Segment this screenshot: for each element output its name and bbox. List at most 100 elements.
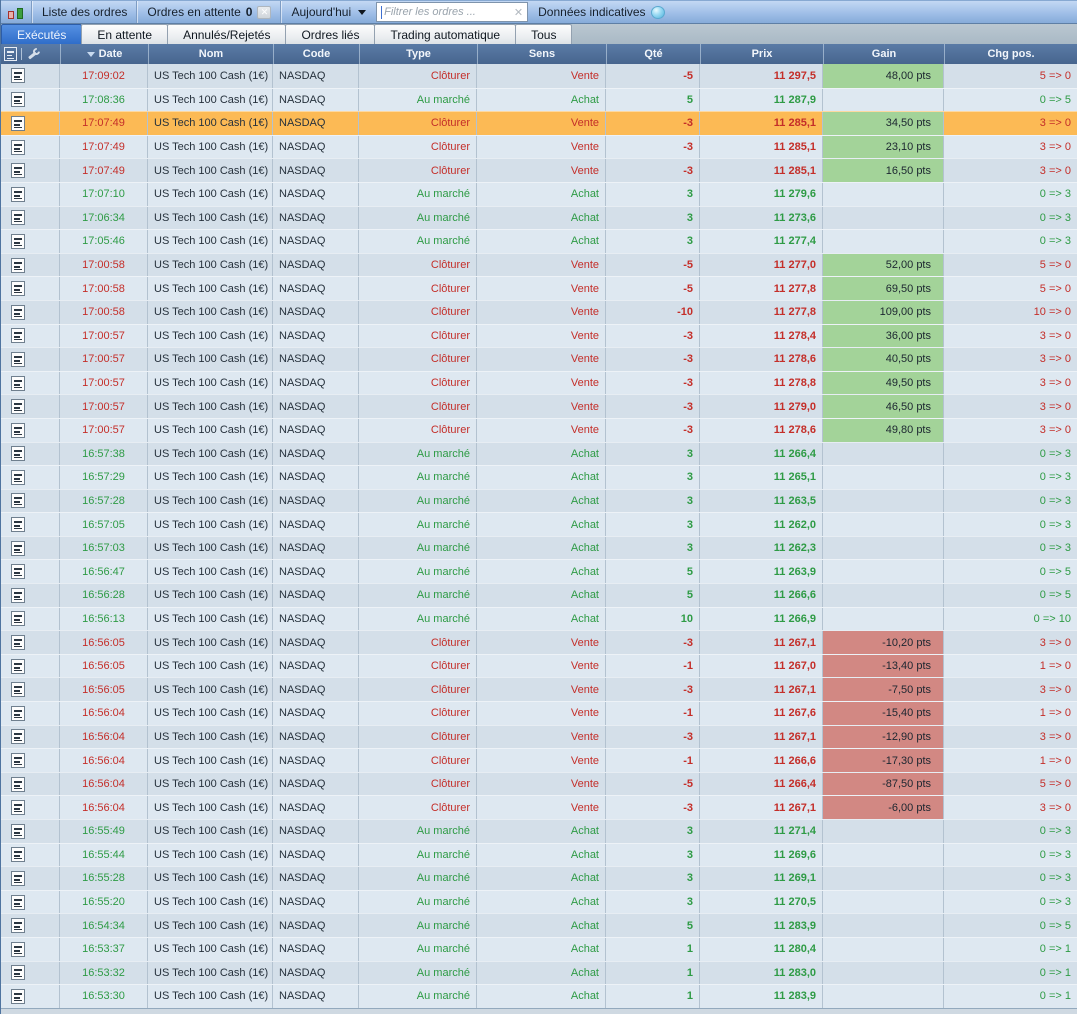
column-header-prix[interactable]: Prix [700,44,823,64]
order-row[interactable]: 17:00:57 US Tech 100 Cash (1€) NASDAQ Clôtu… [1,417,1077,442]
column-header-date[interactable]: Date [60,44,148,64]
tab-ex-cut-s[interactable]: Exécutés [1,24,83,44]
column-header-sens[interactable]: Sens [477,44,606,64]
order-document-icon[interactable] [11,705,25,721]
order-row[interactable]: 16:56:04 US Tech 100 Cash (1€) NASDAQ Clôtu… [1,724,1077,749]
order-document-icon[interactable] [11,493,25,509]
order-document-icon[interactable] [11,587,25,603]
filter-orders-input[interactable]: Filtrer les ordres ... ✕ [376,2,529,22]
orders-list-button[interactable]: Liste des ordres [33,1,136,23]
order-row[interactable]: 16:56:05 US Tech 100 Cash (1€) NASDAQ Clôtu… [1,630,1077,654]
order-row[interactable]: 16:56:04 US Tech 100 Cash (1€) NASDAQ Clôtu… [1,795,1077,819]
order-document-icon[interactable] [11,163,25,179]
column-header-qte[interactable]: Qté [606,44,700,64]
order-document-icon[interactable] [11,564,25,580]
app-button[interactable] [1,1,31,23]
column-header-nom[interactable]: Nom [148,44,273,64]
order-row[interactable]: 16:56:04 US Tech 100 Cash (1€) NASDAQ Clôtu… [1,748,1077,772]
order-row[interactable]: 17:07:49 US Tech 100 Cash (1€) NASDAQ Clôtu… [1,134,1077,159]
order-row[interactable]: 16:57:38 US Tech 100 Cash (1€) NASDAQ Au ma… [1,441,1077,466]
order-document-icon[interactable] [11,823,25,839]
order-document-icon[interactable] [11,517,25,533]
order-row[interactable]: 16:57:29 US Tech 100 Cash (1€) NASDAQ Au ma… [1,465,1077,489]
order-document-icon[interactable] [11,233,25,249]
order-row[interactable]: 16:56:05 US Tech 100 Cash (1€) NASDAQ Clôtu… [1,677,1077,702]
tab-annul-s-rejet-s[interactable]: Annulés/Rejetés [167,24,287,44]
order-row[interactable]: 16:53:32 US Tech 100 Cash (1€) NASDAQ Au ma… [1,960,1077,985]
order-row[interactable]: 16:57:05 US Tech 100 Cash (1€) NASDAQ Au ma… [1,512,1077,536]
tab-en-attente[interactable]: En attente [81,24,169,44]
order-document-icon[interactable] [11,800,25,816]
order-row[interactable]: 17:07:49 US Tech 100 Cash (1€) NASDAQ Clôtu… [1,158,1077,182]
period-dropdown[interactable]: Aujourd'hui [282,1,375,23]
order-document-icon[interactable] [11,92,25,108]
order-document-icon[interactable] [11,941,25,957]
wrench-settings-icon[interactable] [26,46,42,61]
order-document-icon[interactable] [11,469,25,485]
order-document-icon[interactable] [11,422,25,438]
tab-ordres-li-s[interactable]: Ordres liés [285,24,376,44]
order-document-icon[interactable] [11,847,25,863]
order-row[interactable]: 16:56:47 US Tech 100 Cash (1€) NASDAQ Au ma… [1,559,1077,584]
order-document-icon[interactable] [11,918,25,934]
order-document-icon[interactable] [11,139,25,155]
column-header-gain[interactable]: Gain [823,44,944,64]
order-row[interactable]: 16:56:04 US Tech 100 Cash (1€) NASDAQ Clôtu… [1,771,1077,796]
order-document-icon[interactable] [11,965,25,981]
order-row[interactable]: 17:07:10 US Tech 100 Cash (1€) NASDAQ Au ma… [1,181,1077,206]
order-document-icon[interactable] [11,375,25,391]
order-document-icon[interactable] [11,68,25,84]
order-row[interactable]: 17:08:36 US Tech 100 Cash (1€) NASDAQ Au ma… [1,87,1077,112]
tab-trading-automatique[interactable]: Trading automatique [374,24,517,44]
order-row[interactable]: 17:06:34 US Tech 100 Cash (1€) NASDAQ Au ma… [1,205,1077,230]
order-row[interactable]: 16:55:49 US Tech 100 Cash (1€) NASDAQ Au ma… [1,819,1077,843]
order-document-icon[interactable] [11,658,25,674]
order-document-icon[interactable] [11,635,25,651]
column-header-chgpos[interactable]: Chg pos. [944,44,1077,64]
order-row[interactable]: 16:54:34 US Tech 100 Cash (1€) NASDAQ Au ma… [1,913,1077,937]
order-row[interactable]: 16:57:03 US Tech 100 Cash (1€) NASDAQ Au ma… [1,535,1077,560]
order-row[interactable]: 16:57:28 US Tech 100 Cash (1€) NASDAQ Au ma… [1,488,1077,513]
order-row[interactable]: 17:00:57 US Tech 100 Cash (1€) NASDAQ Clôtu… [1,370,1077,395]
order-document-icon[interactable] [11,281,25,297]
order-document-icon[interactable] [11,115,25,131]
order-row[interactable]: 16:56:28 US Tech 100 Cash (1€) NASDAQ Au ma… [1,583,1077,607]
globe-bubble-icon[interactable] [650,5,665,19]
order-document-icon[interactable] [11,186,25,202]
order-document-icon[interactable] [11,446,25,462]
order-document-icon[interactable] [11,304,25,320]
order-document-icon[interactable] [11,729,25,745]
order-row[interactable]: 16:55:44 US Tech 100 Cash (1€) NASDAQ Au ma… [1,842,1077,867]
document-icon[interactable] [4,47,17,61]
order-document-icon[interactable] [11,776,25,792]
order-document-icon[interactable] [11,540,25,556]
order-row[interactable]: 17:00:57 US Tech 100 Cash (1€) NASDAQ Clôtu… [1,394,1077,418]
order-row[interactable]: 17:00:58 US Tech 100 Cash (1€) NASDAQ Clôtu… [1,252,1077,277]
order-row[interactable]: 17:00:58 US Tech 100 Cash (1€) NASDAQ Clôtu… [1,276,1077,300]
order-document-icon[interactable] [11,988,25,1004]
order-row[interactable]: 16:53:30 US Tech 100 Cash (1€) NASDAQ Au ma… [1,984,1077,1008]
column-header-code[interactable]: Code [273,44,359,64]
order-document-icon[interactable] [11,351,25,367]
order-document-icon[interactable] [11,870,25,886]
order-row[interactable]: 17:09:02 US Tech 100 Cash (1€) NASDAQ Clôtu… [1,64,1077,88]
order-row[interactable]: 16:56:05 US Tech 100 Cash (1€) NASDAQ Clôtu… [1,653,1077,678]
order-row[interactable]: 17:07:49 US Tech 100 Cash (1€) NASDAQ Clôtu… [1,111,1077,135]
order-document-icon[interactable] [11,894,25,910]
order-document-icon[interactable] [11,611,25,627]
order-row[interactable]: 17:00:57 US Tech 100 Cash (1€) NASDAQ Clôtu… [1,347,1077,371]
order-document-icon[interactable] [11,399,25,415]
order-document-icon[interactable] [11,682,25,698]
order-row[interactable]: 16:55:28 US Tech 100 Cash (1€) NASDAQ Au ma… [1,866,1077,890]
order-document-icon[interactable] [11,257,25,273]
order-document-icon[interactable] [11,753,25,769]
pending-orders-button[interactable]: Ordres en attente 0 ✕ [138,1,280,23]
close-pending-icon[interactable]: ✕ [257,5,272,19]
column-header-type[interactable]: Type [359,44,477,64]
order-row[interactable]: 17:00:57 US Tech 100 Cash (1€) NASDAQ Clôtu… [1,323,1077,348]
order-row[interactable]: 17:05:46 US Tech 100 Cash (1€) NASDAQ Au ma… [1,229,1077,253]
order-row[interactable]: 16:56:13 US Tech 100 Cash (1€) NASDAQ Au ma… [1,606,1077,631]
order-document-icon[interactable] [11,210,25,226]
order-row[interactable]: 17:00:58 US Tech 100 Cash (1€) NASDAQ Clôtu… [1,299,1077,324]
order-document-icon[interactable] [11,328,25,344]
